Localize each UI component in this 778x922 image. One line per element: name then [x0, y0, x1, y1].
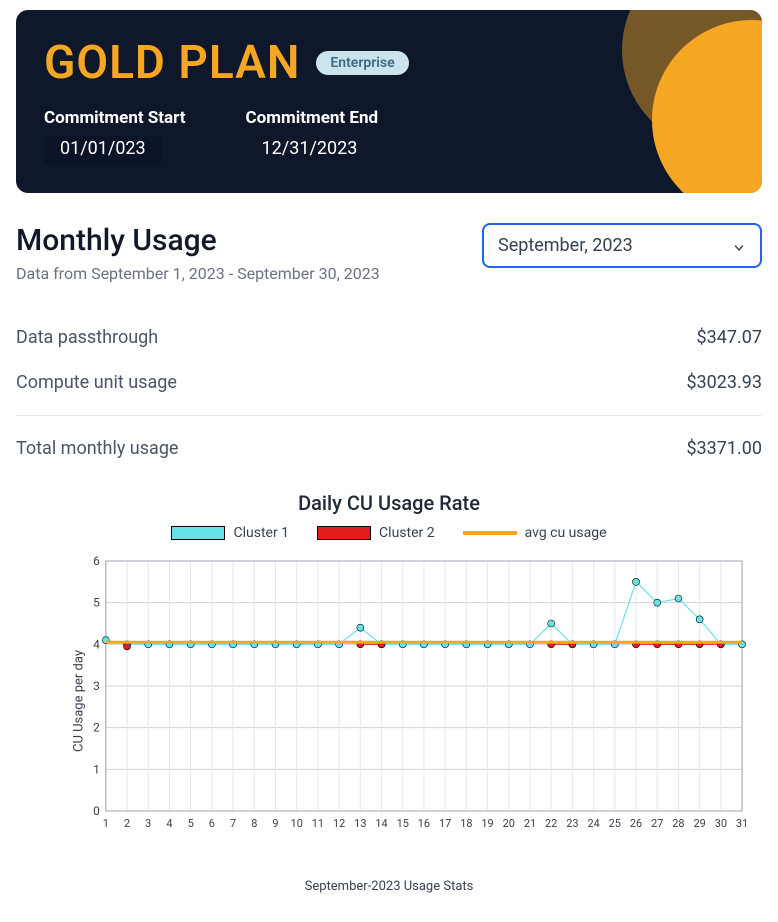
commitment-end-value: 12/31/2023	[246, 136, 379, 165]
plan-card: GOLD PLAN Enterprise Commitment Start 01…	[16, 10, 762, 193]
svg-text:0: 0	[93, 804, 100, 818]
chart-legend: Cluster 1 Cluster 2 avg cu usage	[16, 525, 762, 541]
legend-label: avg cu usage	[525, 525, 607, 541]
svg-text:25: 25	[609, 817, 621, 830]
svg-text:9: 9	[272, 817, 278, 830]
svg-text:6: 6	[209, 817, 215, 830]
usage-total-value: $3371.00	[686, 438, 762, 459]
legend-swatch-avg	[463, 531, 517, 535]
svg-text:24: 24	[587, 817, 599, 830]
chart-xlabel: September-2023 Usage Stats	[16, 879, 762, 894]
legend-item: Cluster 2	[317, 525, 435, 541]
legend-item: Cluster 1	[171, 525, 289, 541]
legend-item: avg cu usage	[463, 525, 607, 541]
svg-text:26: 26	[630, 817, 642, 830]
chart-ylabel: CU Usage per day	[72, 650, 87, 752]
svg-text:2: 2	[124, 817, 130, 830]
chevron-down-icon	[732, 239, 746, 253]
svg-text:14: 14	[375, 817, 387, 830]
usage-row-label: Data passthrough	[16, 327, 158, 348]
svg-text:30: 30	[715, 817, 727, 830]
monthly-usage-subtitle: Data from September 1, 2023 - September …	[16, 264, 380, 283]
month-select[interactable]: September, 2023	[482, 223, 762, 268]
svg-text:4: 4	[93, 637, 100, 651]
svg-text:21: 21	[524, 817, 536, 830]
usage-row-value: $347.07	[697, 327, 762, 348]
svg-text:3: 3	[93, 679, 100, 693]
month-select-value: September, 2023	[498, 235, 633, 256]
chart-title: Daily CU Usage Rate	[16, 491, 762, 515]
usage-row-label: Compute unit usage	[16, 372, 177, 393]
svg-text:28: 28	[672, 817, 684, 830]
svg-text:27: 27	[651, 817, 663, 830]
legend-label: Cluster 1	[233, 525, 289, 541]
legend-swatch-cluster2	[317, 526, 371, 540]
svg-text:31: 31	[736, 817, 748, 830]
svg-text:18: 18	[460, 817, 472, 830]
monthly-usage-title: Monthly Usage	[16, 223, 380, 258]
svg-text:22: 22	[545, 817, 557, 830]
svg-text:11: 11	[312, 817, 324, 830]
legend-swatch-cluster1	[171, 526, 225, 540]
svg-text:5: 5	[93, 596, 100, 610]
chart-plot: CU Usage per day 01234561234567891011121…	[76, 551, 752, 851]
commitment-start: Commitment Start 01/01/023	[44, 108, 186, 165]
commitment-end: Commitment End 12/31/2023	[246, 108, 379, 165]
svg-text:10: 10	[291, 817, 303, 830]
svg-text:23: 23	[566, 817, 578, 830]
svg-text:5: 5	[188, 817, 194, 830]
plan-tier-badge: Enterprise	[316, 51, 408, 75]
commitment-start-label: Commitment Start	[44, 108, 186, 128]
svg-text:1: 1	[93, 762, 100, 776]
svg-text:3: 3	[145, 817, 151, 830]
commitment-end-label: Commitment End	[246, 108, 379, 128]
svg-text:16: 16	[418, 817, 430, 830]
svg-text:20: 20	[503, 817, 515, 830]
chart-svg: 0123456123456789101112131415161718192021…	[76, 551, 752, 851]
svg-text:4: 4	[166, 817, 172, 830]
plan-title: GOLD PLAN	[44, 36, 300, 90]
legend-label: Cluster 2	[379, 525, 435, 541]
svg-text:19: 19	[481, 817, 493, 830]
svg-text:13: 13	[354, 817, 366, 830]
svg-text:6: 6	[93, 554, 100, 568]
svg-text:8: 8	[251, 817, 257, 830]
svg-text:12: 12	[333, 817, 345, 830]
svg-text:29: 29	[694, 817, 706, 830]
svg-text:15: 15	[397, 817, 409, 830]
svg-text:1: 1	[103, 817, 109, 830]
svg-text:7: 7	[230, 817, 236, 830]
usage-row-value: $3023.93	[686, 372, 762, 393]
usage-total-label: Total monthly usage	[16, 438, 178, 459]
commitment-start-value: 01/01/023	[44, 136, 162, 165]
svg-text:17: 17	[439, 817, 451, 830]
usage-row: Data passthrough $347.07	[16, 315, 762, 360]
svg-text:2: 2	[93, 721, 100, 735]
usage-total-row: Total monthly usage $3371.00	[16, 415, 762, 471]
usage-row: Compute unit usage $3023.93	[16, 360, 762, 405]
